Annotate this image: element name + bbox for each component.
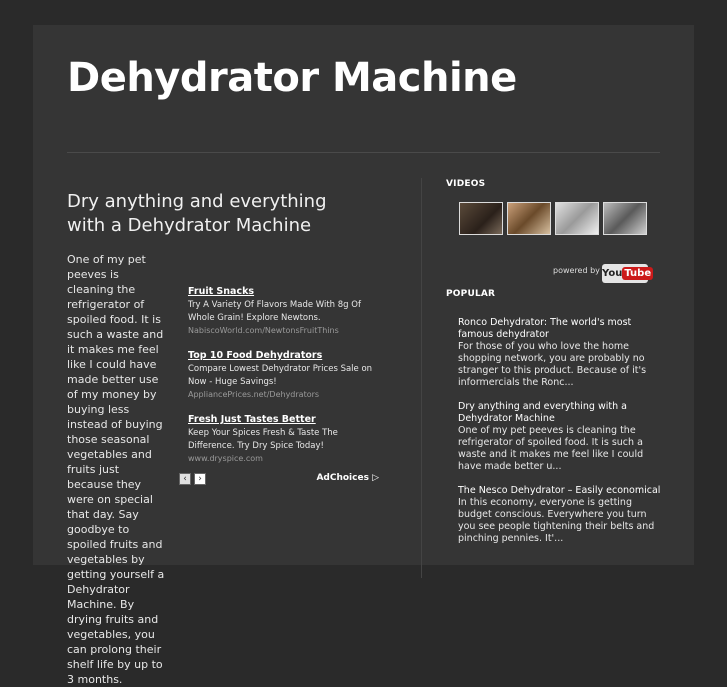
ad-description: Keep Your Spices Fresh & Taste The Diffe… xyxy=(188,428,338,451)
video-thumbnails xyxy=(459,202,649,236)
popular-item-title[interactable]: The Nesco Dehydrator – Easily economical xyxy=(458,485,663,497)
videos-heading: VIDEOS xyxy=(446,179,486,189)
ad-url[interactable]: AppliancePrices.net/Dehydrators xyxy=(188,389,383,401)
popular-item-snippet: For those of you who love the home shopp… xyxy=(458,341,647,388)
ad-item: Fresh Just Tastes Better Keep Your Spice… xyxy=(188,413,383,465)
popular-item: Ronco Dehydrator: The world's most famou… xyxy=(458,317,663,389)
column-divider xyxy=(421,178,422,578)
video-thumbnail[interactable] xyxy=(603,202,647,235)
site-title[interactable]: Dehydrator Machine xyxy=(67,55,517,101)
popular-item: Dry anything and everything with a Dehyd… xyxy=(458,401,663,473)
ad-block: Fruit Snacks Try A Variety Of Flavors Ma… xyxy=(188,285,383,477)
popular-item-title[interactable]: Ronco Dehydrator: The world's most famou… xyxy=(458,317,663,341)
ad-url[interactable]: www.dryspice.com xyxy=(188,453,383,465)
ad-title-link[interactable]: Fresh Just Tastes Better xyxy=(188,413,383,427)
popular-item-snippet: In this economy, everyone is getting bud… xyxy=(458,497,655,544)
popular-item-title[interactable]: Dry anything and everything with a Dehyd… xyxy=(458,401,663,425)
ad-prev-button[interactable]: ‹ xyxy=(179,473,191,485)
adchoices-link[interactable]: AdChoices ▷ xyxy=(316,473,379,483)
post-body-text: One of my pet peeves is cleaning the ref… xyxy=(67,253,165,686)
video-thumbnail[interactable] xyxy=(507,202,551,235)
youtube-logo-tube: Tube xyxy=(622,267,654,280)
powered-by-text: powered by xyxy=(553,266,600,275)
popular-item: The Nesco Dehydrator – Easily economical… xyxy=(458,485,663,545)
ad-title-link[interactable]: Fruit Snacks xyxy=(188,285,383,299)
popular-heading: POPULAR xyxy=(446,289,496,299)
header-divider xyxy=(67,152,660,153)
ad-title-link[interactable]: Top 10 Food Dehydrators xyxy=(188,349,383,363)
video-thumbnail[interactable] xyxy=(459,202,503,235)
youtube-logo-you: You xyxy=(602,268,623,279)
ad-navigation: ‹ › AdChoices ▷ xyxy=(179,473,379,487)
ad-item: Top 10 Food Dehydrators Compare Lowest D… xyxy=(188,349,383,401)
ad-url[interactable]: NabiscoWorld.com/NewtonsFruitThins xyxy=(188,325,383,337)
ad-description: Compare Lowest Dehydrator Prices Sale on… xyxy=(188,364,373,387)
blog-container: Dehydrator Machine Dry anything and ever… xyxy=(33,25,694,686)
ad-description: Try A Variety Of Flavors Made With 8g Of… xyxy=(188,300,361,323)
post-title[interactable]: Dry anything and everything with a Dehyd… xyxy=(67,190,367,238)
youtube-logo[interactable]: You Tube xyxy=(602,264,654,283)
popular-item-snippet: One of my pet peeves is cleaning the ref… xyxy=(458,425,644,472)
ad-next-button[interactable]: › xyxy=(194,473,206,485)
video-thumbnail[interactable] xyxy=(555,202,599,235)
ad-item: Fruit Snacks Try A Variety Of Flavors Ma… xyxy=(188,285,383,337)
